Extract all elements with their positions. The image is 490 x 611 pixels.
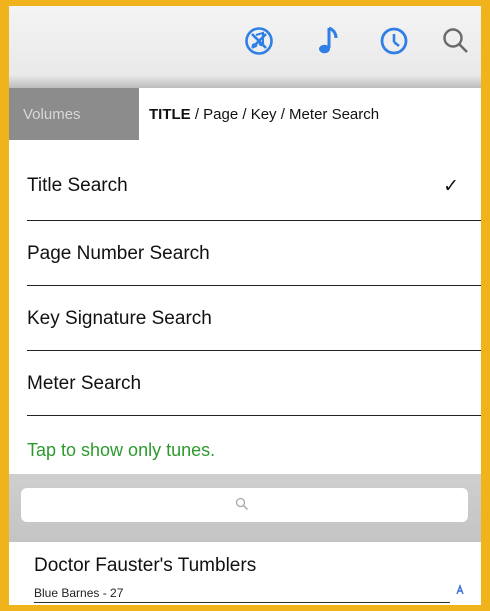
- music-note-icon[interactable]: [311, 24, 345, 58]
- menu-item-label: Title Search: [27, 175, 128, 196]
- menu-item-label: Page Number Search: [27, 242, 210, 264]
- app-window: Volumes TITLE / Page / Key / Meter Searc…: [9, 6, 481, 605]
- tune-indicator-icon: [456, 584, 464, 595]
- clock-icon[interactable]: [377, 24, 411, 58]
- checkmark-icon: ✓: [443, 175, 459, 197]
- menu-item-label: Key Signature Search: [27, 307, 212, 329]
- search-icon[interactable]: [439, 24, 473, 58]
- tune-title: Doctor Fauster's Tumblers: [34, 555, 257, 576]
- volumes-segment[interactable]: Volumes: [9, 88, 139, 140]
- menu-item-meter-search[interactable]: Meter Search: [9, 351, 481, 416]
- volumes-label: Volumes: [23, 105, 81, 123]
- tune-subtitle: Blue Barnes - 27: [34, 586, 124, 600]
- menu-item-label: Meter Search: [27, 372, 142, 394]
- segmented-control: Volumes TITLE / Page / Key / Meter Searc…: [9, 88, 481, 140]
- tap-hint-label: Tap to show only tunes.: [27, 439, 216, 460]
- list-divider: [34, 602, 450, 603]
- no-music-circle-icon[interactable]: [242, 24, 276, 58]
- mode-options-label: / Page / Key / Meter Search: [190, 105, 380, 123]
- show-only-tunes-toggle[interactable]: Tap to show only tunes.: [9, 426, 481, 474]
- top-toolbar: [9, 6, 481, 76]
- search-field-container: [21, 487, 468, 523]
- toolbar-shadow: [9, 76, 481, 88]
- search-mode-menu: Title Search ✓ Page Number Search Key Si…: [9, 151, 481, 416]
- search-field-icon: [235, 497, 248, 510]
- menu-item-title-search[interactable]: Title Search ✓: [9, 151, 481, 221]
- menu-item-page-number-search[interactable]: Page Number Search: [9, 221, 481, 286]
- menu-item-key-signature-search[interactable]: Key Signature Search: [9, 286, 481, 351]
- search-mode-segment[interactable]: TITLE / Page / Key / Meter Search: [139, 88, 481, 140]
- active-mode-label: TITLE: [149, 105, 191, 123]
- list-item[interactable]: Doctor Fauster's Tumblers Blue Barnes - …: [9, 542, 481, 605]
- search-bar: [9, 474, 481, 542]
